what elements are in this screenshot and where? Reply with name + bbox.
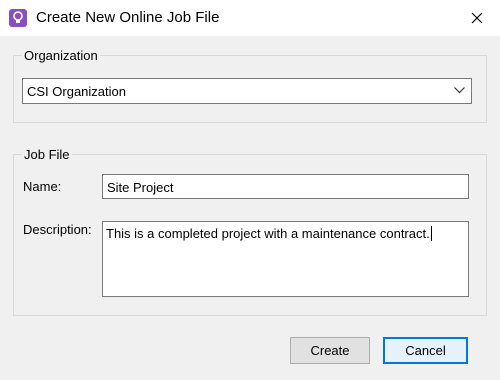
cancel-button[interactable]: Cancel [383,337,468,364]
job-file-group-label: Job File [22,147,72,162]
description-field-value: This is a completed project with a maint… [106,226,430,241]
organization-selected-value: CSI Organization [27,84,126,99]
description-field[interactable]: This is a completed project with a maint… [102,221,469,297]
title-bar: Create New Online Job File [0,0,500,36]
bulb-icon [9,9,27,27]
text-caret [430,226,432,241]
name-label: Name: [23,179,62,194]
description-label: Description: [23,222,92,237]
close-icon [471,12,483,24]
chevron-down-icon [454,87,465,94]
name-field[interactable]: Site Project [102,174,469,199]
organization-dropdown[interactable]: CSI Organization [22,78,472,104]
window-title: Create New Online Job File [36,9,220,26]
create-button[interactable]: Create [290,337,370,364]
close-button[interactable] [454,0,500,36]
name-field-value: Site Project [107,180,174,195]
organization-group-label: Organization [22,48,100,63]
